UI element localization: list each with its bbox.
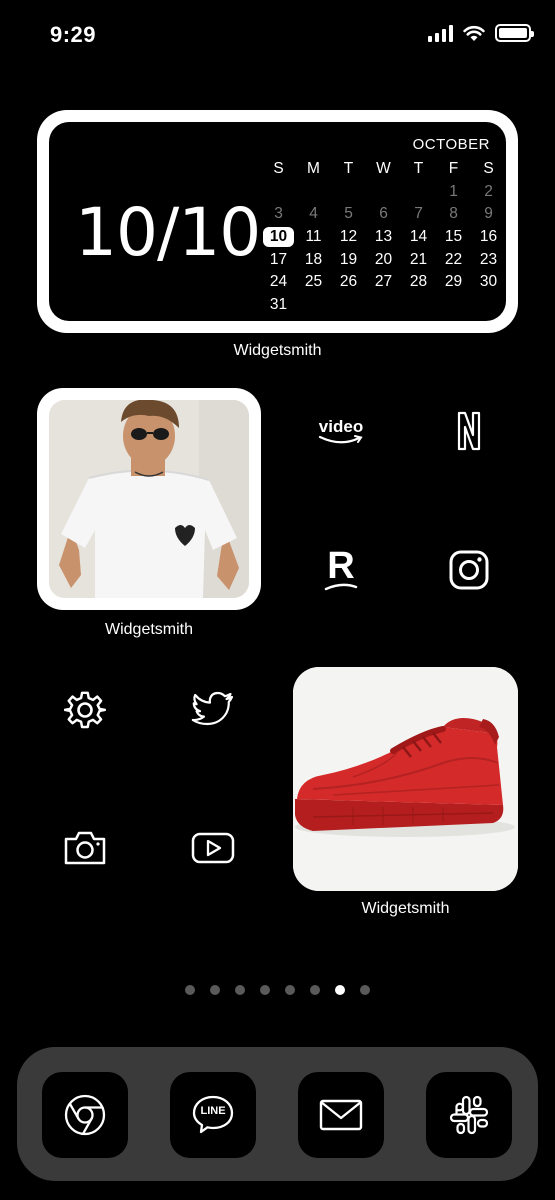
calendar-day: 12 [339,228,358,246]
page-indicator[interactable] [0,985,555,995]
status-time: 9:29 [50,22,97,47]
calendar-day: 25 [304,273,323,291]
photo-widget[interactable] [37,388,261,610]
netflix-icon [457,411,481,451]
rakuten-icon: R [324,545,358,591]
big-date: 10/10 [75,194,261,271]
slack-app[interactable] [426,1072,512,1158]
mail-app[interactable] [298,1072,384,1158]
rakuten-app[interactable]: R [306,535,376,605]
calendar-day: 20 [374,250,393,268]
widget-label-sneaker: Widgetsmith [361,900,450,917]
page-dot[interactable] [235,985,245,995]
battery-icon [495,24,534,42]
page-dot[interactable] [210,985,220,995]
page-dot[interactable] [185,985,195,995]
calendar-day: 19 [339,250,358,268]
calendar-day: 23 [479,250,498,268]
calendar-day [401,181,436,204]
calendar-day: 26 [339,273,358,291]
calendar-day: 13 [374,228,393,246]
widget-label-calendar: Widgetsmith [233,342,322,359]
calendar-day [331,181,366,204]
line-app[interactable]: LINE [170,1072,256,1158]
calendar-day: 8 [449,205,458,223]
chrome-icon [64,1094,106,1136]
calendar-day [261,181,296,204]
slack-icon [449,1095,489,1135]
calendar-day: 11 [305,228,322,246]
calendar-day: 30 [479,273,498,291]
calendar-day: 24 [269,273,288,291]
calendar-day: 7 [414,205,423,223]
calendar-day: 18 [304,250,323,268]
calendar-day: 27 [374,273,393,291]
calendar-day: 1 [449,182,458,200]
instagram-app[interactable] [434,535,504,605]
person-photo [49,400,249,598]
calendar-day: 31 [269,296,288,314]
page-dot[interactable] [360,985,370,995]
gear-icon [64,691,106,729]
page-dot[interactable] [335,985,345,995]
camera-icon [64,831,106,865]
status-icons [428,24,534,42]
prime-video-icon: video [317,418,365,445]
calendar-day: 21 [409,250,428,268]
calendar-day: 29 [444,273,463,291]
weekday-header: T [413,160,424,177]
weekday-header: M [307,160,320,177]
calendar-day: 3 [274,205,283,223]
calendar-day [366,181,401,204]
calendar-day: 28 [409,273,428,291]
camera-app[interactable] [50,813,120,883]
page-dot[interactable] [285,985,295,995]
calendar-month: OCTOBER [412,136,490,153]
weekday-header: F [448,160,459,177]
calendar-day: 9 [484,205,493,223]
calendar-day: 15 [444,228,463,246]
line-icon: LINE [191,1094,235,1136]
weekday-header: W [376,160,391,177]
instagram-icon [449,550,489,590]
prime-video-app[interactable]: video [306,396,376,466]
calendar-day-today: 10 [263,227,294,248]
weekday-header: S [483,160,494,177]
calendar-day: 17 [269,250,288,268]
settings-app[interactable] [50,675,120,745]
calendar-day: 5 [344,205,353,223]
calendar-widget[interactable]: 10/10 OCTOBER S M T W T F S 1 2 3 4 5 6 7 8 9 10 11 12 13 14… [37,110,518,333]
page-dot[interactable] [310,985,320,995]
mail-icon [319,1099,363,1131]
calendar-grid: S M T W T F S 1 2 3 4 5 6 7 8 9 10 11 12 13 14 15 16 17 18 19 20 21… [261,158,506,317]
calendar-day: 6 [379,205,388,223]
sneaker-photo-widget[interactable] [293,667,518,891]
calendar-day [296,181,331,204]
wifi-icon [463,25,485,41]
calendar-day: 14 [409,228,428,246]
weekday-header: S [273,160,284,177]
widget-label-photo: Widgetsmith [104,621,194,638]
cellular-signal-icon [428,24,453,42]
twitter-app[interactable] [178,675,248,745]
sneaker-photo [293,667,518,891]
play-icon [191,832,235,864]
netflix-app[interactable] [434,396,504,466]
calendar-day: 16 [479,228,498,246]
twitter-bird-icon [191,691,234,726]
calendar-day: 4 [309,205,318,223]
page-dot[interactable] [260,985,270,995]
chrome-app[interactable] [42,1072,128,1158]
calendar-day: 22 [444,250,463,268]
weekday-header: T [343,160,354,177]
calendar-day: 2 [484,182,493,200]
youtube-app[interactable] [178,813,248,883]
